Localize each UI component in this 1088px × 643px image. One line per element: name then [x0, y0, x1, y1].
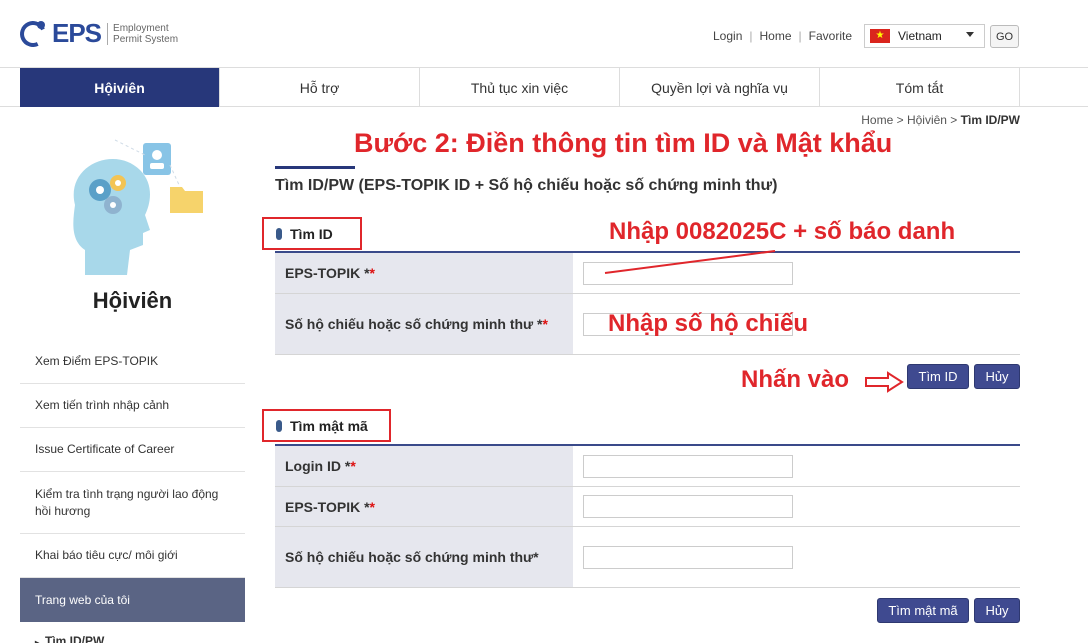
section-find-password-title: Tìm mật mã: [290, 417, 368, 434]
divider: |: [798, 29, 802, 43]
sidebar-title: Hộiviên: [92, 288, 173, 313]
passport-input[interactable]: [583, 545, 793, 569]
eps-logo-icon: [16, 16, 50, 51]
annotation-enter-passport: Nhập số hộ chiếu: [608, 310, 809, 337]
chevron-down-icon: [966, 32, 974, 37]
logo-text: EPS: [52, 18, 102, 48]
go-button[interactable]: GO: [990, 25, 1019, 48]
login-link[interactable]: Login: [713, 29, 742, 43]
section-bullet-icon: [276, 227, 282, 240]
sidebar-menu: Xem Điểm EPS-TOPIK Xem tiến trình nhập c…: [20, 340, 245, 622]
nav-rights[interactable]: Quyền lợi và nghĩa vụ: [620, 68, 820, 107]
sidebar-subitem-find-id[interactable]: ▸ Tìm ID/PW: [35, 634, 104, 643]
find-id-button[interactable]: Tìm ID: [907, 364, 969, 389]
sidebar-item-career-certificate[interactable]: Issue Certificate of Career: [20, 428, 245, 472]
eps-topik-label: EPS-TOPIK * *: [275, 487, 573, 526]
annotation-click: Nhấn vào: [741, 366, 850, 393]
section-find-password: Tìm mật mã: [262, 409, 391, 442]
cancel-button[interactable]: Hủy: [974, 364, 1020, 389]
eps-topik-input[interactable]: [583, 495, 793, 518]
home-link[interactable]: Home: [760, 29, 792, 43]
language-value: Vietnam: [898, 29, 942, 43]
login-id-input[interactable]: [583, 454, 793, 478]
nav-support[interactable]: Hỗ trợ: [220, 68, 420, 107]
section-bullet-icon: [276, 419, 282, 432]
nav-member[interactable]: Hộiviên: [20, 68, 220, 107]
breadcrumb: Home > Hộiviên > Tìm ID/PW: [861, 113, 1020, 127]
page-title: Tìm ID/PW (EPS-TOPIK ID + Số hộ chiếu ho…: [275, 177, 778, 194]
language-select[interactable]: ★ Vietnam: [864, 24, 985, 48]
top-links: Login | Home | Favorite: [713, 29, 852, 43]
form-row: Số hộ chiếu hoặc số chứng minh thư*: [275, 527, 1020, 588]
form-row: Login ID * *: [275, 446, 1020, 487]
nav-summary[interactable]: Tóm tắt: [820, 68, 1020, 107]
form-row: EPS-TOPIK * *: [275, 487, 1020, 527]
annotation-step: Bước 2: Điền thông tin tìm ID và Mật khẩ…: [354, 128, 893, 158]
sidebar-item-report-broker[interactable]: Khai báo tiêu cực/ môi giới: [20, 534, 245, 578]
main-nav: Hộiviên Hỗ trợ Thủ tục xin việc Quyền lợ…: [0, 67, 1088, 107]
favorite-link[interactable]: Favorite: [809, 29, 852, 43]
passport-label: Số hộ chiếu hoặc số chứng minh thư*: [275, 527, 573, 587]
sidebar-item-entry-progress[interactable]: Xem tiến trình nhập cảnh: [20, 384, 245, 428]
cancel-button[interactable]: Hủy: [974, 598, 1020, 623]
eps-logo[interactable]: EPS Employment Permit System: [16, 16, 178, 51]
eps-topik-label: EPS-TOPIK * *: [275, 253, 573, 293]
find-password-form: Login ID * * EPS-TOPIK * * Số hộ chiếu hoặ…: [275, 444, 1020, 588]
breadcrumb-current: Tìm ID/PW: [960, 113, 1020, 127]
breadcrumb-home[interactable]: Home: [861, 113, 893, 127]
annotation-underline: [604, 250, 776, 274]
bullet-icon: ▸: [35, 638, 40, 643]
section-find-id-title: Tìm ID: [290, 225, 333, 242]
sidebar-item-eps-score[interactable]: Xem Điểm EPS-TOPIK: [20, 340, 245, 384]
sidebar-item-returnee-status[interactable]: Kiểm tra tình trạng người lao động hồi h…: [20, 472, 245, 534]
login-id-label: Login ID * *: [275, 446, 573, 486]
arrow-right-icon: [865, 371, 904, 393]
annotation-enter-topik: Nhập 0082025C + số báo danh: [609, 218, 956, 245]
divider: |: [749, 29, 753, 43]
breadcrumb-section[interactable]: Hộiviên: [907, 113, 947, 127]
member-illustration: [73, 139, 203, 275]
sidebar-item-my-page[interactable]: Trang web của tôi: [20, 578, 245, 622]
title-accent-bar: [275, 166, 355, 169]
passport-label: Số hộ chiếu hoặc số chứng minh thư * *: [275, 294, 573, 354]
vietnam-flag-icon: ★: [870, 29, 890, 43]
section-find-id: Tìm ID: [262, 217, 362, 250]
nav-job-procedure[interactable]: Thủ tục xin việc: [420, 68, 620, 107]
find-password-button[interactable]: Tìm mật mã: [877, 598, 969, 623]
logo-subtitle: Employment Permit System: [107, 22, 178, 45]
